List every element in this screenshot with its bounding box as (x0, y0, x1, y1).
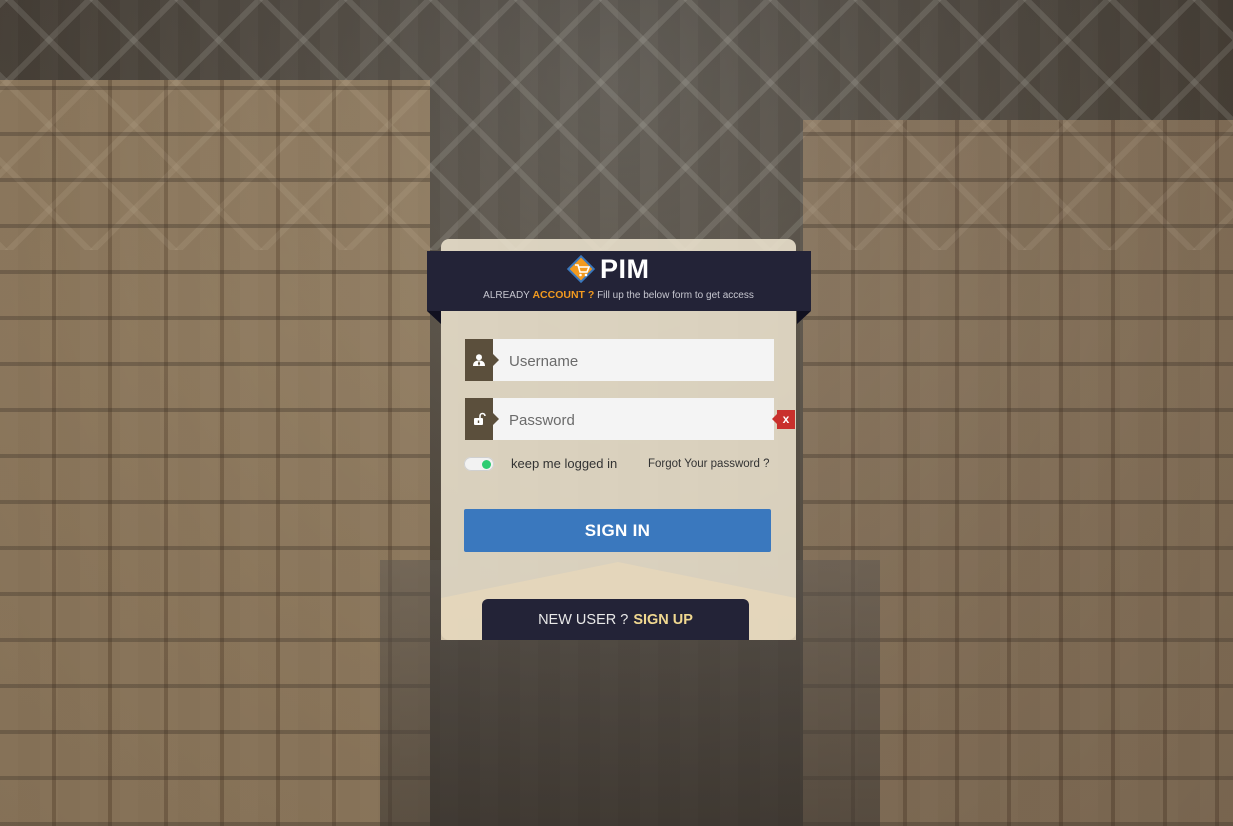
brand-logo: PIM (566, 254, 650, 284)
tagline-hint: Fill up the below form to get access (597, 290, 754, 301)
forgot-password-link[interactable]: Forgot Your password ? (648, 458, 769, 470)
background-shelves-left (0, 80, 430, 826)
header-tagline: ALREADY ACCOUNT ? Fill up the below form… (441, 289, 796, 301)
password-error-badge[interactable]: x (772, 410, 795, 429)
sign-in-button[interactable]: SIGN IN (464, 509, 771, 552)
brand-name: PIM (600, 253, 650, 284)
password-field (465, 398, 774, 442)
keep-logged-in-label: keep me logged in (511, 456, 618, 471)
new-user-text: NEW USER ? (538, 611, 629, 628)
header-fold-right (797, 311, 811, 324)
password-input[interactable] (507, 398, 771, 442)
tagline-account: ACCOUNT ? (532, 289, 595, 301)
user-icon (465, 339, 499, 381)
toggle-knob (482, 460, 491, 469)
signup-bar: NEW USER ? SIGN UP (482, 599, 749, 640)
header-fold-left (427, 311, 441, 324)
keep-logged-in-toggle[interactable] (464, 457, 494, 471)
cart-diamond-icon (566, 254, 596, 284)
username-input[interactable] (507, 339, 771, 383)
sign-up-link[interactable]: SIGN UP (633, 612, 693, 628)
tagline-already: ALREADY (483, 290, 530, 301)
username-field (465, 339, 774, 383)
unlock-icon (465, 398, 499, 440)
